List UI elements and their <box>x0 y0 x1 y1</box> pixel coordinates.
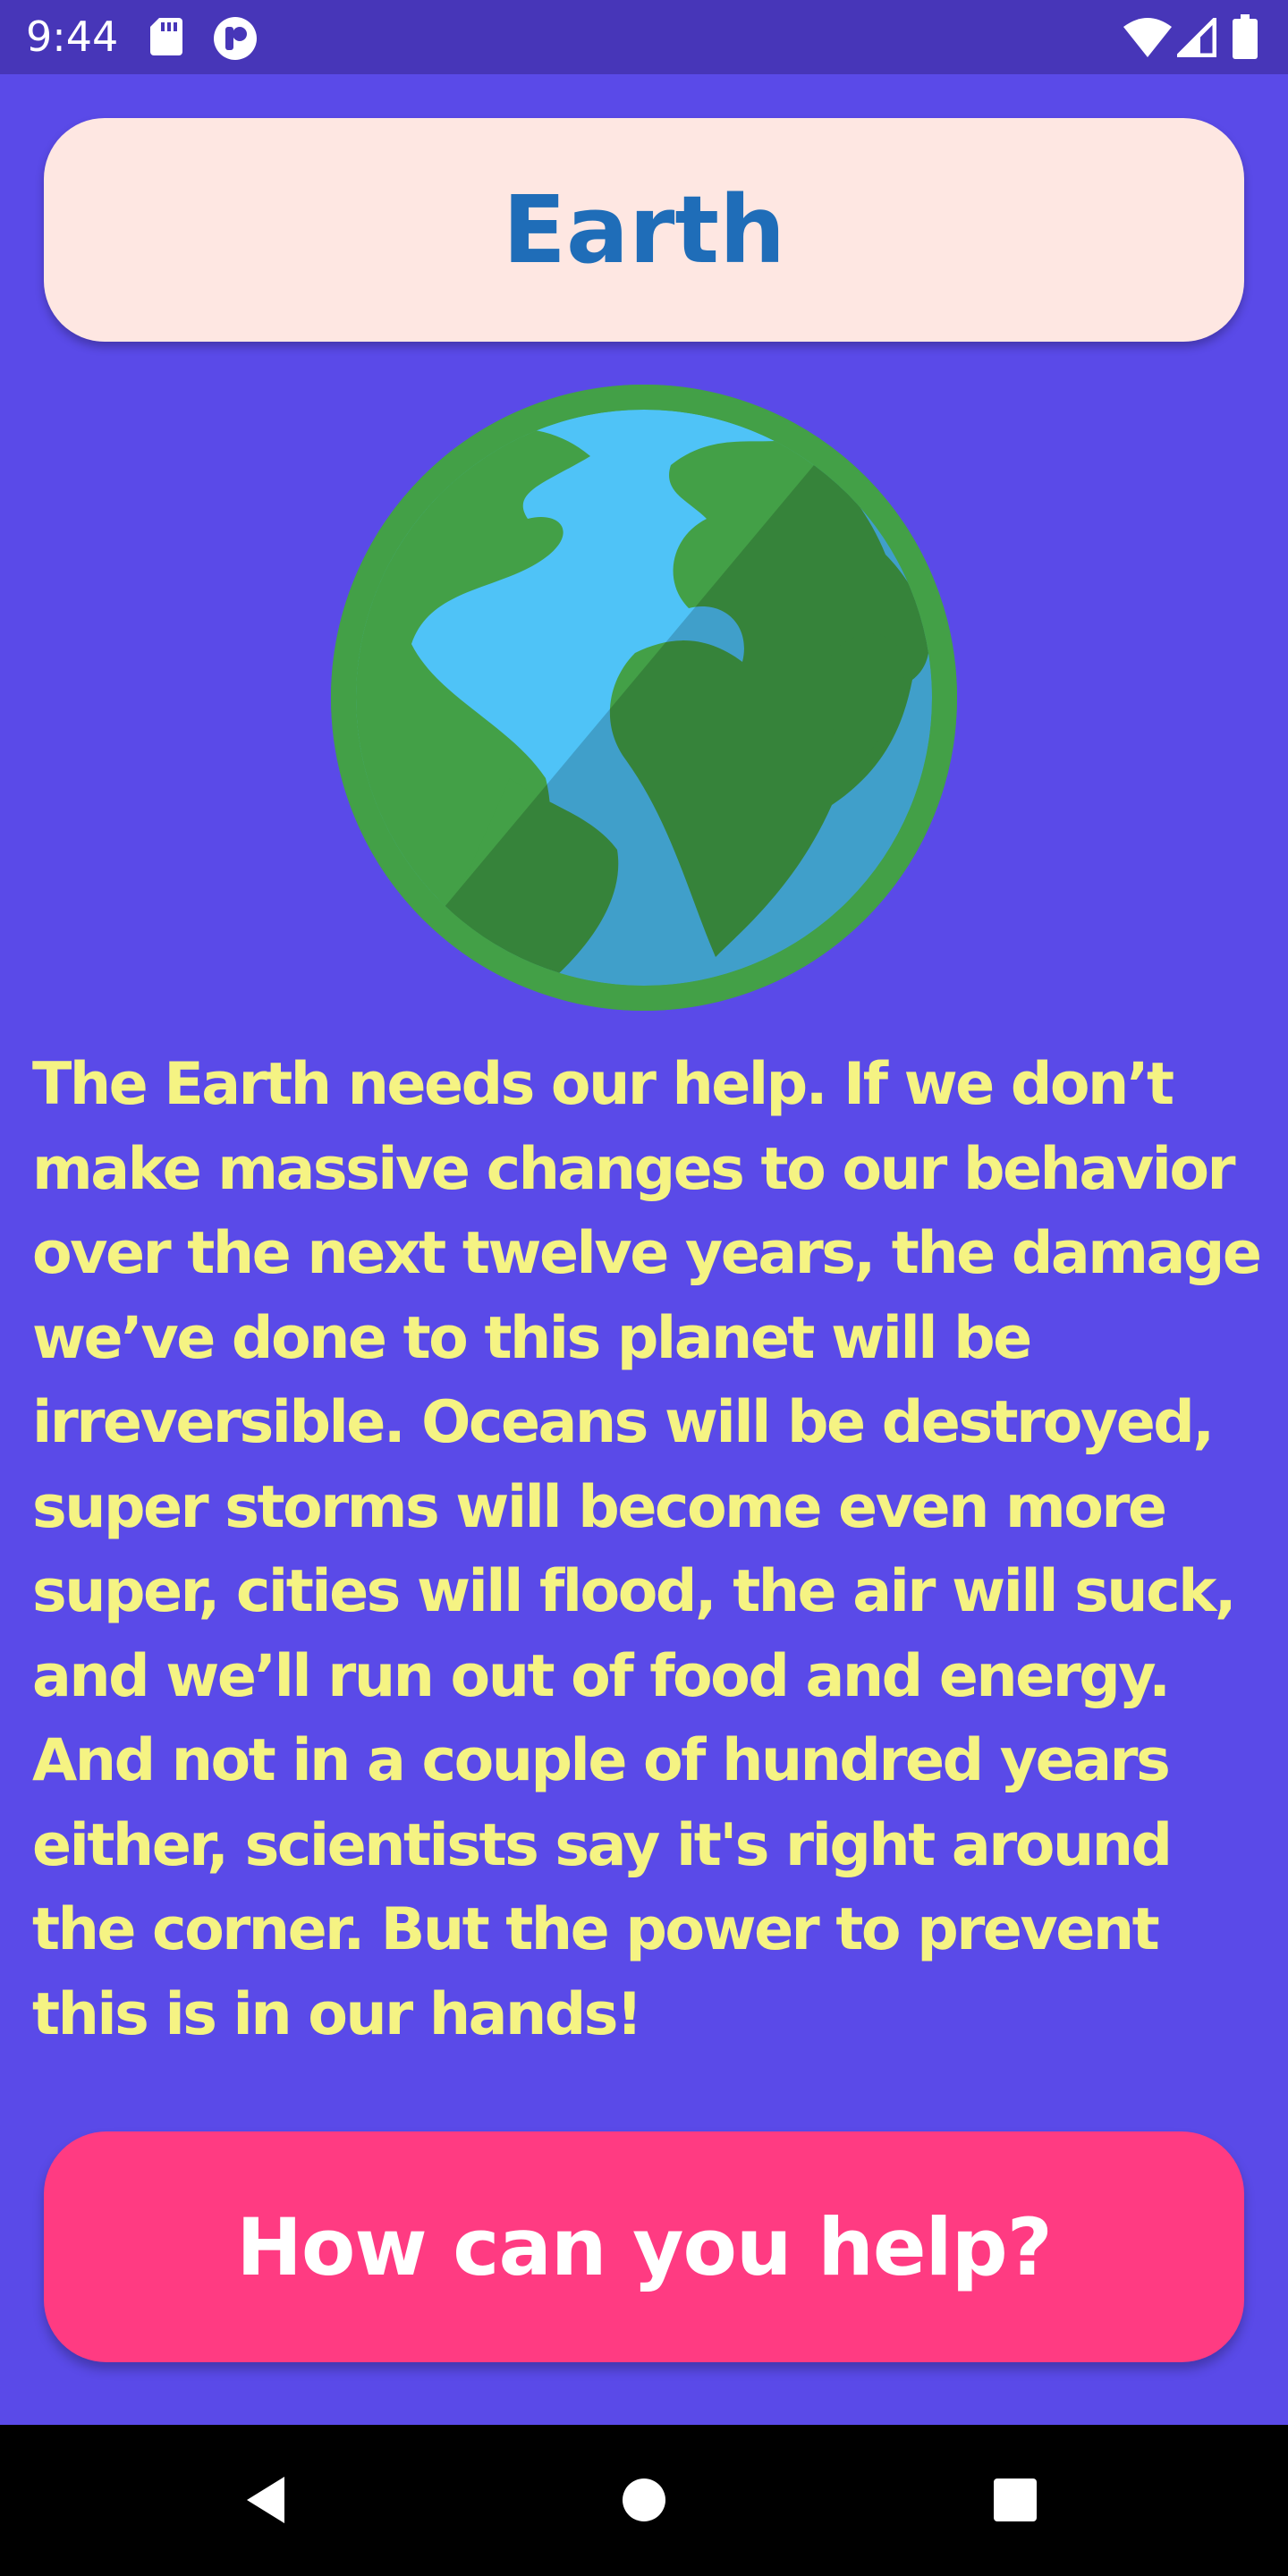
description-text: The Earth needs our help. If we don’t ma… <box>32 1051 1262 2048</box>
how-can-you-help-button[interactable]: How can you help? <box>44 2131 1244 2362</box>
title-card: Earth <box>44 118 1244 342</box>
earth-globe-icon <box>331 385 957 1011</box>
wifi-icon <box>1123 18 1172 57</box>
recent-apps-icon[interactable] <box>993 2478 1038 2522</box>
status-bar: 9:44 <box>0 0 1288 74</box>
sd-card-icon <box>150 18 182 55</box>
home-icon[interactable] <box>622 2478 666 2522</box>
page-title: Earth <box>502 175 786 284</box>
battery-icon <box>1233 14 1258 59</box>
status-time: 9:44 <box>26 13 119 61</box>
back-icon[interactable] <box>242 2473 295 2527</box>
help-button-label: How can you help? <box>236 2200 1053 2293</box>
app-notification-icon <box>214 17 257 60</box>
cell-signal-icon <box>1177 18 1216 57</box>
